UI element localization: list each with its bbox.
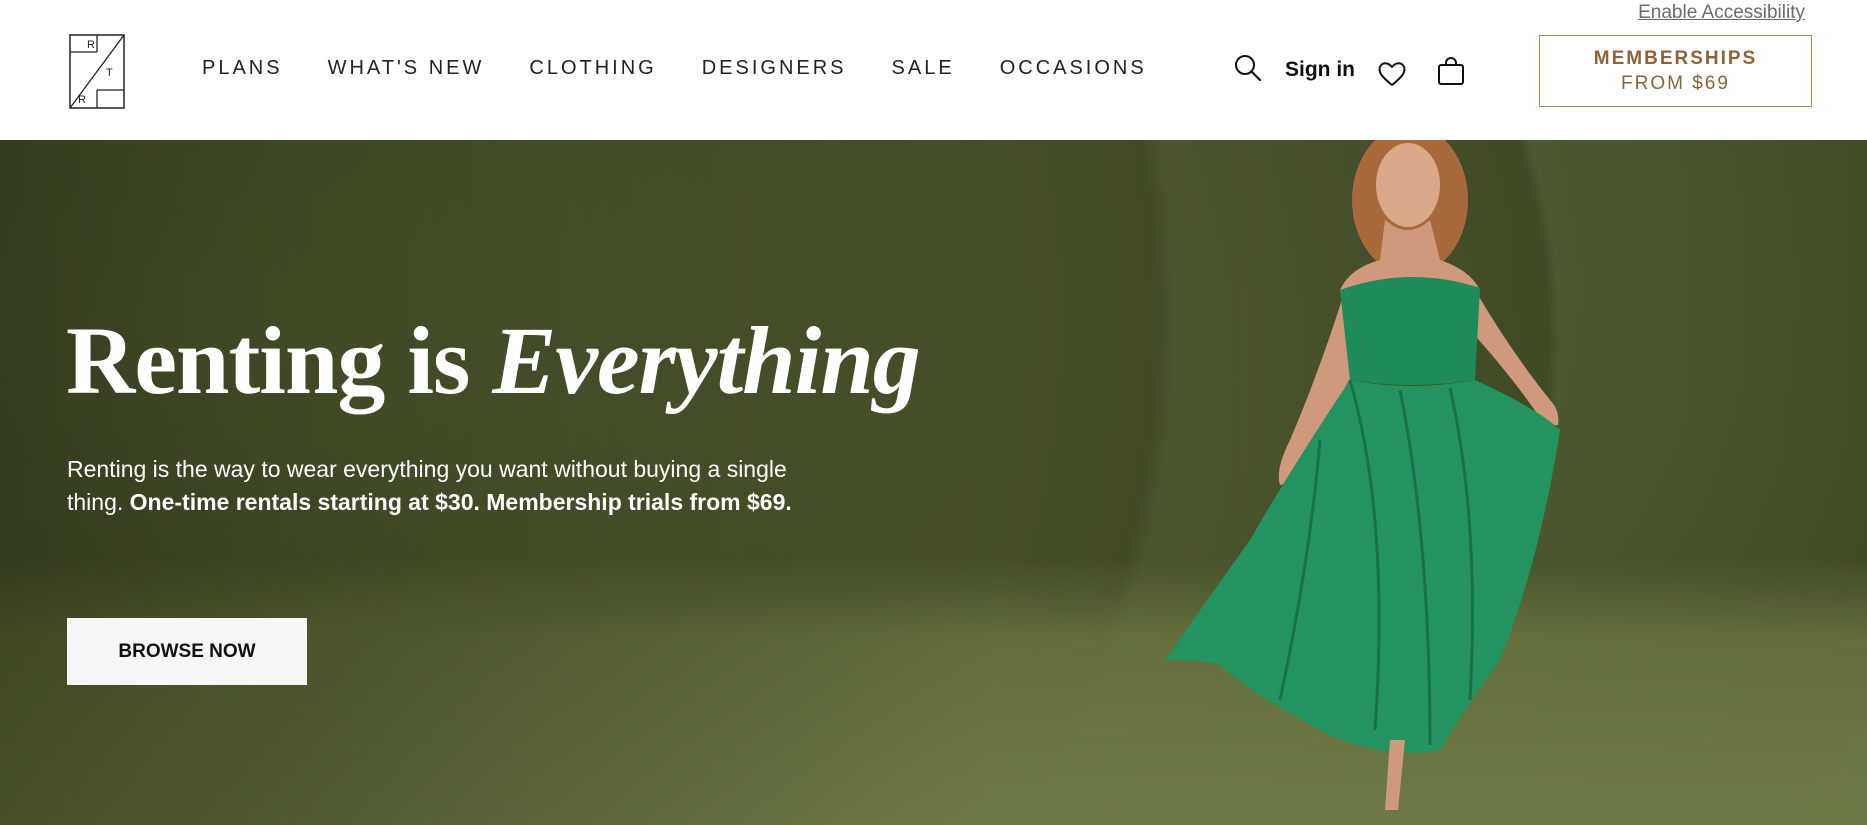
logo-letter-r2: R: [78, 94, 86, 106]
main-nav: PLANS WHAT'S NEW CLOTHING DESIGNERS SALE…: [202, 57, 1192, 80]
rtr-logo[interactable]: R T R: [69, 34, 125, 109]
hero-banner: Renting is Everything Renting is the way…: [0, 140, 1867, 825]
hero-description-bold: One-time rentals starting at $30. Member…: [129, 489, 792, 515]
hero-title: Renting is Everything: [66, 305, 921, 416]
browse-now-button[interactable]: BROWSE NOW: [67, 618, 307, 685]
site-header: Enable Accessibility R T R PLANS WHAT'S …: [0, 0, 1867, 140]
hero-title-plain: Renting is: [66, 307, 493, 414]
shopping-bag-icon[interactable]: [1435, 56, 1467, 88]
hero-description: Renting is the way to wear everything yo…: [67, 453, 847, 519]
logo-letter-t: T: [106, 67, 113, 79]
memberships-label: MEMBERSHIPS: [1593, 47, 1758, 69]
sign-in-link[interactable]: Sign in: [1285, 58, 1355, 82]
nav-designers[interactable]: DESIGNERS: [702, 57, 847, 80]
enable-accessibility-link[interactable]: Enable Accessibility: [1638, 2, 1805, 24]
memberships-button[interactable]: MEMBERSHIPS FROM $69: [1539, 35, 1812, 107]
nav-occasions[interactable]: OCCASIONS: [1000, 57, 1147, 80]
logo-letter-r1: R: [87, 39, 95, 51]
nav-whats-new[interactable]: WHAT'S NEW: [328, 57, 485, 80]
nav-clothing[interactable]: CLOTHING: [529, 57, 656, 80]
nav-plans[interactable]: PLANS: [202, 57, 283, 80]
memberships-price: FROM $69: [1621, 72, 1730, 94]
hero-title-italic: Everything: [492, 307, 920, 414]
search-icon[interactable]: [1232, 52, 1264, 84]
nav-sale[interactable]: SALE: [892, 57, 955, 80]
heart-icon[interactable]: [1376, 58, 1408, 90]
model-in-green-dress-image: [1165, 140, 1560, 810]
